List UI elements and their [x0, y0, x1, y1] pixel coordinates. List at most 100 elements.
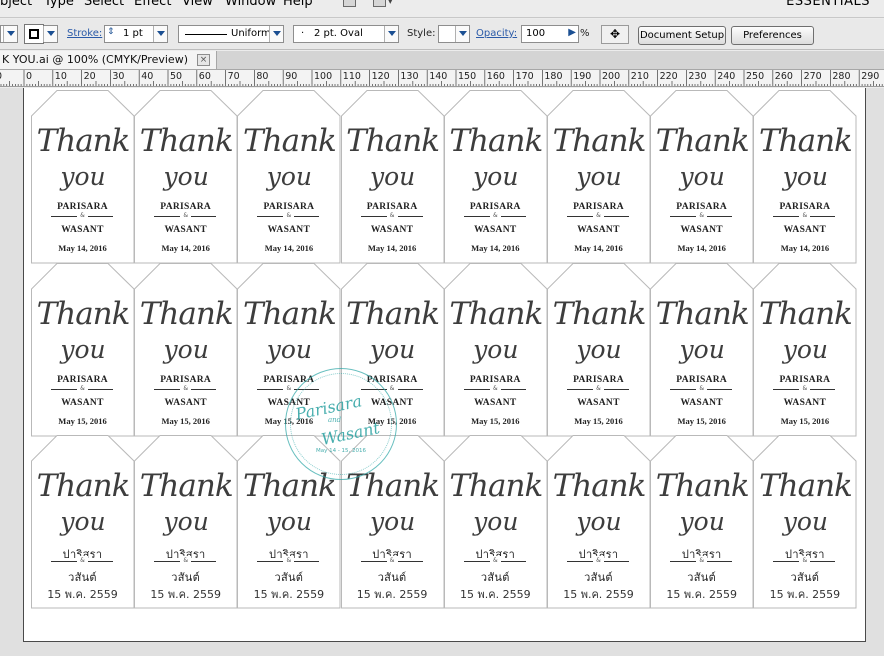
menu-effect[interactable]: Effect	[134, 0, 171, 9]
ruler-label: 0	[0, 71, 2, 82]
thank-you-tag[interactable]: Thank you PARISARA & WASANT May 15, 2016	[31, 262, 135, 436]
stepper-icon[interactable]: ⇕	[107, 27, 115, 37]
tag-name-2: WASANT	[61, 225, 104, 235]
profile-value: Uniform	[231, 28, 271, 39]
tag-thank-text: Thank	[655, 295, 750, 332]
tag-date: May 14, 2016	[574, 243, 623, 253]
thank-you-tag[interactable]: Thank you PARISARA & WASANT May 14, 2016	[237, 90, 341, 264]
tag-name-2: WASANT	[783, 397, 827, 408]
canvas-area[interactable]: Thank you PARISARA & WASANT May 14, 2016 Thank…	[0, 88, 884, 656]
document-tab[interactable]: K YOU.ai @ 100% (CMYK/Preview) ×	[0, 51, 217, 70]
chevron-down-icon[interactable]: ▾	[388, 0, 393, 7]
menu-view[interactable]: View	[182, 0, 213, 9]
preferences-button[interactable]: Preferences	[731, 26, 814, 45]
thank-you-tag[interactable]: Thank you PARISARA & WASANT May 14, 2016	[547, 90, 651, 264]
tag-name-2: WASANT	[370, 225, 414, 235]
workspace-switcher[interactable]: ESSENTIALS	[786, 0, 870, 9]
ruler-label: 120	[371, 71, 390, 82]
thank-you-tag[interactable]: Thank you ปาริสรา & วสันต์ 15 พ.ค. 2559	[237, 435, 341, 609]
thank-you-tag[interactable]: Thank you ปาริสรา & วสันต์ 15 พ.ค. 2559	[753, 435, 857, 609]
document-setup-button[interactable]: Document Setup	[638, 26, 726, 45]
horizontal-ruler[interactable]: 0 0 10 20 30 40 50 60 70 80 90 100 110 120 130 140 150 16…	[0, 70, 884, 87]
tag-thank-text: Thank	[655, 468, 750, 504]
fill-dropdown[interactable]	[0, 25, 18, 43]
tag-date: May 14, 2016	[58, 243, 107, 253]
stroke-label[interactable]: Stroke:	[67, 28, 102, 39]
menu-window[interactable]: Window	[225, 0, 276, 9]
tag-name-2: วสันต์	[584, 571, 613, 584]
thank-you-tag[interactable]: Thank you ปาริสรา & วสันต์ 15 พ.ค. 2559	[31, 435, 135, 609]
menu-help[interactable]: Help	[283, 0, 313, 9]
tag-thank-text: Thank	[346, 295, 440, 332]
tag-thank-text: Thank	[449, 468, 543, 504]
ruler-label: 90	[285, 71, 298, 82]
close-icon[interactable]: ×	[197, 54, 210, 66]
brush-definition[interactable]: · 2 pt. Oval	[293, 25, 399, 43]
bridge-icon[interactable]	[343, 0, 356, 7]
arrange-documents-icon[interactable]	[373, 0, 386, 7]
opacity-field[interactable]: 100 ▶	[521, 25, 579, 43]
thank-you-tag[interactable]: Thank you PARISARA & WASANT May 14, 2016	[443, 90, 548, 264]
tag-amp: &	[593, 211, 604, 220]
chevron-right-icon[interactable]: ▶	[568, 27, 576, 38]
graphic-style-dropdown[interactable]	[438, 25, 470, 43]
thank-you-tag-grid: Thank you PARISARA & WASANT May 14, 2016 Thank…	[0, 88, 884, 609]
tag-thank-text: Thank	[655, 123, 750, 159]
brush-dot-icon: ·	[301, 28, 305, 39]
menu-select[interactable]: Select	[84, 0, 124, 9]
thank-you-tag[interactable]: Thank you PARISARA & WASANT May 15, 2016	[340, 262, 445, 436]
ruler-label: 170	[515, 71, 534, 82]
tag-amp: &	[77, 383, 88, 393]
stroke-color-dropdown[interactable]	[43, 25, 58, 43]
chevron-down-icon	[43, 26, 57, 42]
chevron-down-icon	[3, 26, 17, 42]
thank-you-tag[interactable]: Thank you ปาริสรา & วสันต์ 15 พ.ค. 2559	[340, 435, 445, 609]
thank-you-tag[interactable]: Thank you ปาริสรา & วสันต์ 15 พ.ค. 2559	[650, 435, 754, 609]
thank-you-tag[interactable]: Thank you PARISARA & WASANT May 14, 2016	[753, 90, 857, 264]
tag-name-2: WASANT	[474, 397, 517, 408]
thank-you-tag[interactable]: Thank you PARISARA & WASANT May 14, 2016	[134, 90, 238, 264]
stroke-weight-field[interactable]: ⇕ 1 pt	[104, 25, 168, 43]
menu-type[interactable]: Type	[44, 0, 74, 9]
tag-date: May 15, 2016	[574, 415, 623, 426]
thank-you-tag[interactable]: Thank you PARISARA & WASANT May 15, 2016	[547, 262, 651, 436]
thank-you-tag[interactable]: Thank you ปาริสรา & วสันต์ 15 พ.ค. 2559	[547, 435, 651, 609]
tag-name-2: WASANT	[61, 397, 104, 408]
thank-you-tag[interactable]: Thank you PARISARA & WASANT May 15, 2016	[237, 262, 341, 436]
stroke-swatch[interactable]	[24, 24, 44, 44]
variable-width-profile[interactable]: Uniform	[178, 25, 284, 43]
ruler-label: 30	[112, 71, 125, 82]
tag-you-text: you	[60, 507, 106, 536]
thank-you-tag[interactable]: Thank you PARISARA & WASANT May 15, 2016	[443, 262, 548, 436]
tag-date: 15 พ.ค. 2559	[356, 588, 428, 601]
tag-thank-text: Thank	[758, 123, 853, 159]
tag-you-text: you	[782, 162, 829, 191]
tag-amp: &	[696, 211, 708, 220]
thank-you-tag[interactable]: Thank you PARISARA & WASANT May 15, 2016	[753, 262, 857, 436]
tag-you-text: you	[266, 162, 313, 191]
isolate-selection-icon[interactable]: ✥	[601, 25, 629, 44]
ruler-label: 10	[54, 71, 67, 82]
ruler-label: 60	[198, 71, 211, 82]
thank-you-tag[interactable]: Thank you PARISARA & WASANT May 14, 2016	[31, 90, 135, 264]
thank-you-tag[interactable]: Thank you ปาริสรา & วสันต์ 15 พ.ค. 2559	[134, 435, 238, 609]
tag-date: 15 พ.ค. 2559	[47, 588, 118, 601]
ruler-label: 0	[26, 71, 33, 82]
tag-name-2: WASANT	[267, 397, 311, 408]
thank-you-tag[interactable]: Thank you PARISARA & WASANT May 15, 2016	[134, 262, 238, 436]
tag-name-2: วสันต์	[480, 571, 510, 584]
tag-you-text: you	[266, 334, 313, 364]
opacity-label[interactable]: Opacity:	[476, 28, 517, 39]
ruler-label: 280	[832, 71, 851, 82]
thank-you-tag[interactable]: Thank you PARISARA & WASANT May 15, 2016	[650, 262, 754, 436]
style-label: Style:	[407, 28, 436, 39]
thank-you-tag[interactable]: Thank you PARISARA & WASANT May 14, 2016	[340, 90, 445, 264]
thank-you-tag[interactable]: Thank you ปาริสรา & วสันต์ 15 พ.ค. 2559	[443, 435, 548, 609]
menu-object[interactable]: bject	[0, 0, 32, 9]
tag-thank-text: Thank	[552, 295, 647, 332]
tag-you-text: you	[679, 507, 725, 536]
thank-you-tag[interactable]: Thank you PARISARA & WASANT May 14, 2016	[650, 90, 754, 264]
ruler-label: 80	[256, 71, 269, 82]
tag-name-2: WASANT	[164, 397, 207, 408]
tag-thank-text: Thank	[139, 123, 234, 159]
